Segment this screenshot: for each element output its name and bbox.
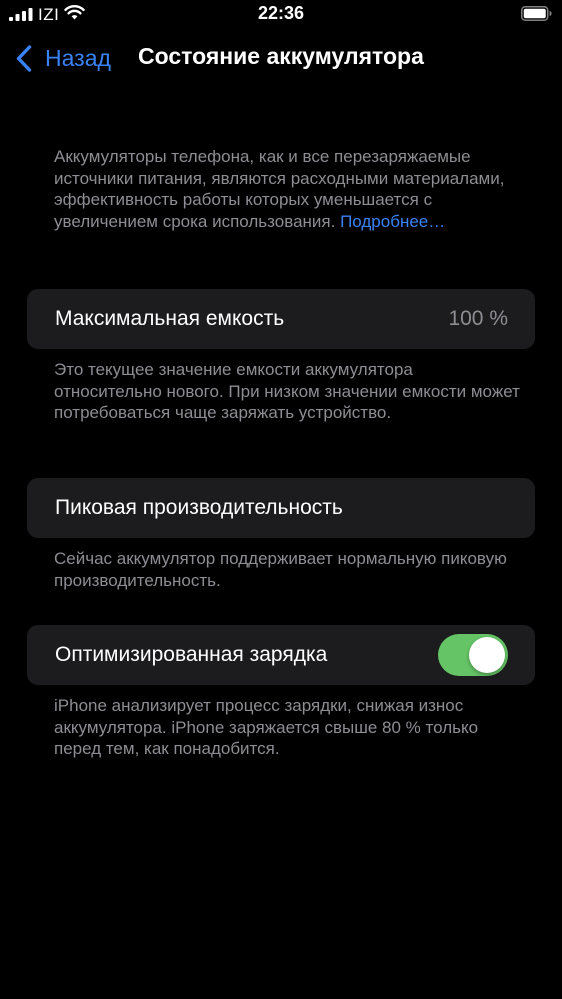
optimized-charging-footer: iPhone анализирует процесс зарядки, сниж… — [54, 696, 479, 758]
optimized-charging-cell: Оптимизированная зарядка — [27, 625, 535, 685]
peak-performance-footer: Сейчас аккумулятор поддерживает нормальн… — [54, 549, 507, 590]
learn-more-link[interactable]: Подробнее… — [340, 212, 445, 231]
page-title: Состояние аккумулятора — [138, 43, 424, 69]
max-capacity-value: 100 % — [448, 307, 508, 330]
back-button[interactable]: Назад — [16, 42, 111, 74]
status-clock: 22:36 — [257, 3, 305, 23]
max-capacity-footer: Это текущее значение емкости аккумулятор… — [54, 360, 520, 422]
max-capacity-cell: Максимальная емкость 100 % — [27, 289, 535, 349]
optimized-charging-label: Оптимизированная зарядка — [55, 643, 328, 666]
status-bar: IZI 22:36 — [0, 0, 562, 30]
intro-description: Аккумуляторы телефона, как и все перезар… — [54, 146, 524, 232]
battery-icon — [521, 6, 552, 21]
max-capacity-label: Максимальная емкость — [55, 307, 285, 330]
peak-performance-label: Пиковая производительность — [55, 496, 343, 519]
toggle-knob — [469, 637, 505, 673]
chevron-left-icon — [16, 44, 32, 72]
back-button-label: Назад — [45, 44, 111, 71]
peak-performance-cell: Пиковая производительность — [27, 478, 535, 538]
optimized-charging-toggle[interactable] — [438, 634, 508, 676]
